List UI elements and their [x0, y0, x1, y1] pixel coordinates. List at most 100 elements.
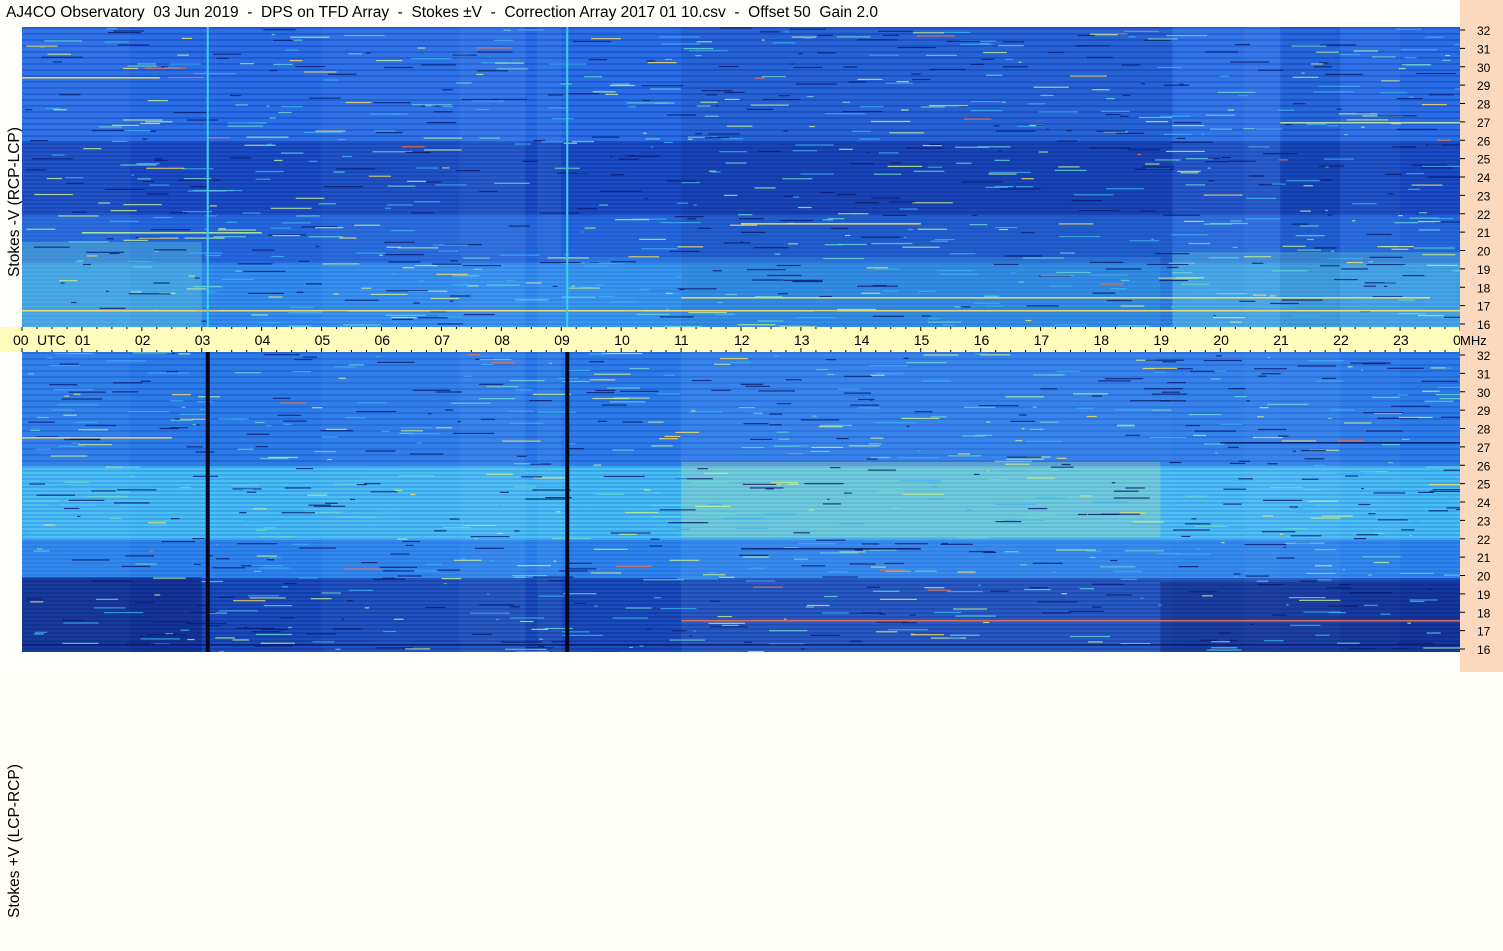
noise-streak: [1153, 538, 1194, 539]
noise-streak: [91, 490, 115, 491]
noise-streak: [112, 125, 139, 126]
noise-streak: [647, 60, 655, 61]
noise-streak: [326, 429, 346, 430]
noise-streak: [1129, 240, 1159, 241]
freq-tick-label: 32: [1477, 24, 1491, 38]
noise-streak: [1385, 281, 1413, 282]
noise-streak: [1089, 274, 1129, 275]
noise-streak: [778, 293, 788, 294]
noise-streak: [1112, 482, 1116, 483]
noise-streak: [569, 288, 600, 289]
noise-streak: [602, 404, 627, 405]
spectrogram-bottom[interactable]: [22, 352, 1460, 652]
noise-streak: [964, 118, 991, 119]
noise-streak: [164, 67, 181, 68]
noise-streak: [376, 647, 413, 648]
noise-streak: [1327, 125, 1338, 126]
noise-streak: [593, 91, 616, 92]
noise-streak: [1398, 300, 1414, 301]
noise-streak: [30, 430, 39, 431]
noise-streak: [801, 419, 839, 420]
noise-streak: [1260, 407, 1269, 408]
noise-streak: [592, 137, 620, 138]
noise-streak: [709, 623, 745, 624]
noise-streak: [769, 424, 782, 425]
noise-streak: [589, 361, 604, 362]
noise-streak: [428, 413, 431, 414]
noise-streak: [1053, 571, 1057, 572]
noise-streak: [1054, 324, 1087, 325]
noise-streak: [844, 376, 872, 377]
noise-streak: [385, 254, 424, 255]
noise-streak: [1076, 45, 1111, 46]
noise-streak: [1015, 440, 1022, 441]
noise-streak: [436, 274, 467, 275]
noise-streak: [1303, 185, 1312, 186]
noise-streak: [96, 599, 118, 600]
noise-streak: [820, 192, 834, 193]
noise-streak: [1080, 495, 1092, 496]
noise-streak: [915, 571, 937, 572]
noise-streak: [1234, 573, 1241, 574]
noise-streak: [564, 143, 577, 144]
noise-streak: [839, 149, 853, 150]
noise-streak: [354, 225, 380, 226]
noise-streak: [1234, 396, 1246, 397]
noise-streak: [659, 36, 699, 37]
noise-streak: [139, 636, 143, 637]
noise-streak: [1322, 516, 1353, 517]
noise-streak: [1135, 169, 1174, 170]
noise-streak: [1159, 280, 1187, 281]
noise-streak: [695, 506, 731, 507]
noise-streak: [707, 504, 722, 505]
noise-streak: [874, 174, 901, 175]
time-axis-svg: 0001020304050607080910111213141516171819…: [0, 327, 1460, 352]
noise-streak: [1299, 600, 1340, 601]
noise-streak: [1106, 188, 1144, 189]
noise-streak: [1059, 496, 1075, 497]
noise-streak: [538, 412, 576, 413]
noise-streak: [252, 250, 275, 251]
noise-streak: [1351, 648, 1376, 649]
noise-streak: [1320, 265, 1339, 266]
noise-streak: [1239, 95, 1248, 96]
noise-streak: [138, 238, 178, 239]
noise-streak: [1264, 640, 1284, 641]
noise-streak: [989, 172, 1031, 173]
noise-streak: [889, 201, 915, 202]
noise-streak: [533, 140, 545, 141]
noise-streak: [883, 215, 907, 216]
noise-streak: [29, 483, 45, 484]
noise-streak: [525, 565, 527, 566]
noise-streak: [961, 181, 1003, 182]
noise-streak: [912, 79, 930, 80]
noise-streak: [978, 585, 981, 586]
noise-streak: [510, 606, 520, 607]
noise-streak: [969, 551, 994, 552]
noise-streak: [1171, 307, 1174, 308]
noise-streak: [849, 613, 882, 614]
noise-streak: [650, 88, 681, 89]
noise-streak: [745, 386, 769, 387]
noise-streak: [995, 504, 1036, 505]
noise-streak: [1230, 321, 1242, 322]
noise-streak: [23, 501, 58, 502]
noise-streak: [219, 228, 226, 229]
noise-streak: [497, 533, 503, 534]
noise-streak: [928, 318, 941, 319]
noise-streak: [219, 610, 258, 611]
noise-streak: [137, 178, 151, 179]
noise-streak: [1059, 223, 1094, 224]
vertical-event-line: [566, 27, 568, 327]
noise-streak: [724, 518, 762, 519]
noise-streak: [1101, 514, 1140, 515]
noise-streak: [1308, 360, 1344, 361]
noise-streak: [285, 487, 311, 488]
spectrogram-top[interactable]: [22, 27, 1460, 327]
noise-streak: [871, 243, 912, 244]
noise-streak: [1191, 518, 1196, 519]
noise-streak: [953, 608, 987, 609]
noise-streak: [147, 193, 169, 194]
noise-streak: [825, 244, 843, 245]
noise-streak: [573, 41, 611, 42]
